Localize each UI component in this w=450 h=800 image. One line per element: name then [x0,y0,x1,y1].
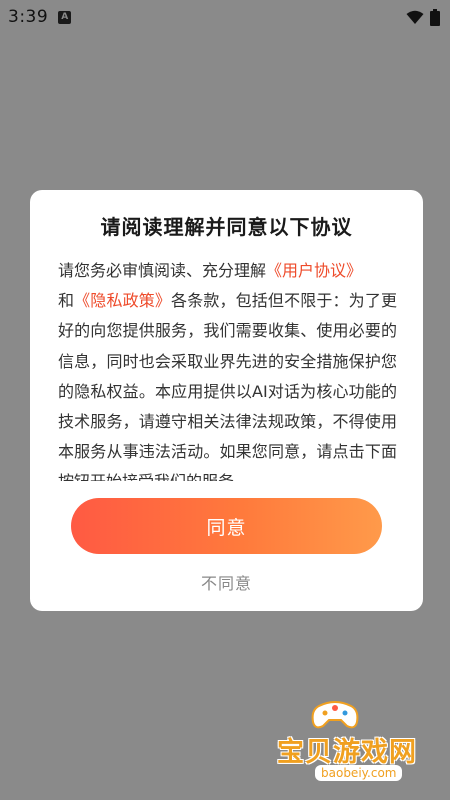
gamepad-logo-icon [311,701,359,729]
privacy-policy-link[interactable]: 《隐私政策》 [74,291,171,310]
disagree-button[interactable]: 不同意 [30,570,423,594]
body-text-terms: 各条款，包括但不限于：为了更好的向您提供服务，我们需要收集、使用必要的信息，同时… [58,291,397,481]
battery-icon [430,8,440,26]
agreement-dialog: 请阅读理解并同意以下协议 请您务必审慎阅读、充分理解《用户协议》和《隐私政策》各… [30,190,423,611]
watermark-url: baobeiy.com [315,765,403,781]
status-right [406,8,440,26]
body-text-and: 和 [58,291,75,311]
user-agreement-link[interactable]: 《用户协议》 [266,261,362,280]
status-time: 3:39 [8,7,49,27]
watermark: 宝贝游戏网 baobeiy.com [265,700,445,790]
body-text-intro: 请您务必审慎阅读、充分理解 [58,261,267,280]
agree-button[interactable]: 同意 [71,498,382,554]
wifi-icon [406,10,424,24]
dialog-title: 请阅读理解并同意以下协议 [100,215,353,239]
status-left: 3:39 A [8,7,72,27]
watermark-text: 宝贝游戏网 [277,737,417,768]
agreement-body-text[interactable]: 请您务必审慎阅读、充分理解《用户协议》和《隐私政策》各条款，包括但不限于：为了更… [58,256,397,481]
status-bar: 3:39 A [0,0,450,34]
a-notification-icon: A [58,10,72,24]
